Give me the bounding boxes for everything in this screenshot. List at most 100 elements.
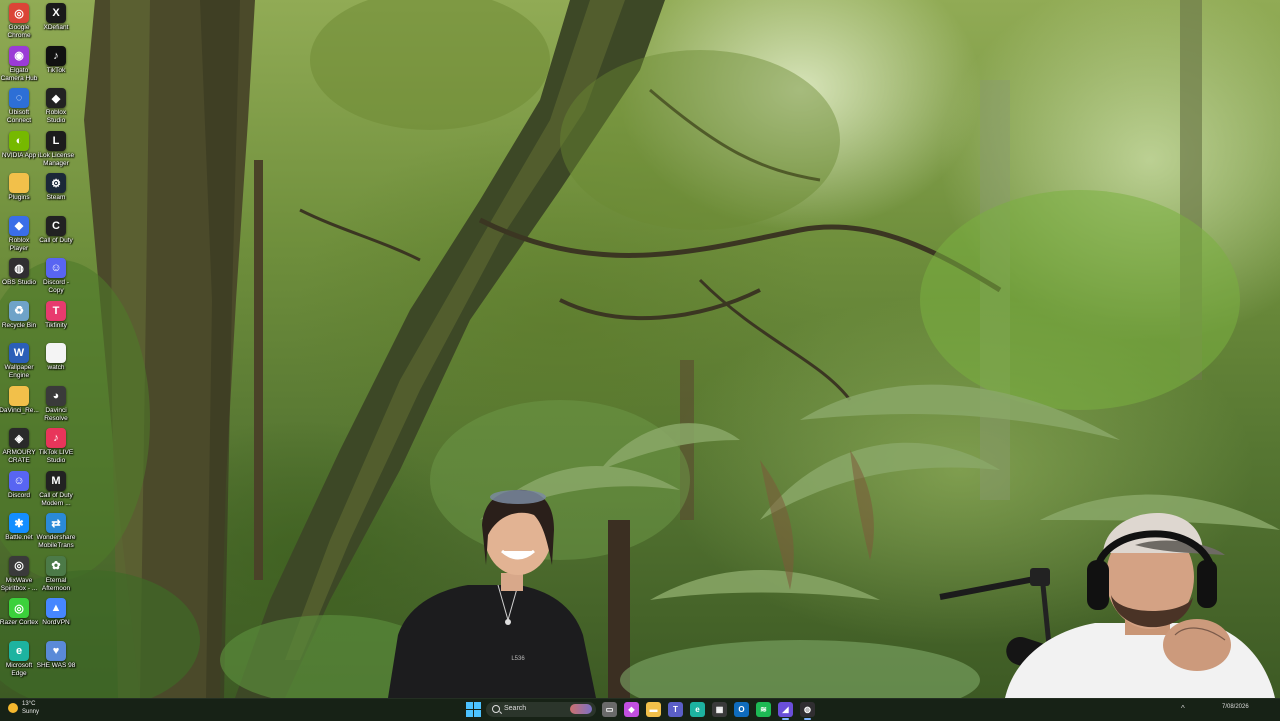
desktop-icon[interactable]: ◎ Razer Cortex [0, 595, 39, 627]
elgato-icon: ◉ [9, 45, 29, 66]
desktop-icon[interactable]: ♪ TikTok LIVE Studio [36, 425, 76, 465]
desktop-icon[interactable]: ◉ Elgato Camera Hub [0, 43, 39, 83]
desktop-icon[interactable]: ♻ Recycle Bin [0, 298, 39, 330]
windows-logo-icon [466, 702, 473, 709]
folder-icon [9, 173, 29, 193]
tiktok-icon: ♪ [46, 45, 66, 66]
desktop-icon[interactable]: ◍ OBS Studio [0, 255, 39, 287]
desktop-icon[interactable]: M Call of Duty Modern ... [36, 468, 76, 508]
weather-temp: 13°C [22, 701, 36, 707]
desktop-icon[interactable]: ✱ Battle.net [0, 510, 39, 542]
taskbar-search-box[interactable]: Search [486, 702, 596, 717]
chrome-icon: ◎ [9, 3, 29, 23]
desktop-icon[interactable]: Plugins [0, 170, 39, 202]
calculator-icon[interactable]: ▦ [712, 702, 727, 717]
desktop-icon-label: TikTok LIVE Studio [38, 449, 74, 464]
clock-date[interactable]: 7/08/2026 [1222, 704, 1249, 710]
desktop-icon[interactable]: ◎ MixWave Spiritbox - ... [0, 553, 39, 593]
desktop-icon[interactable]: ◆ Roblox Studio [36, 85, 76, 125]
desktop-icon[interactable]: watch [36, 340, 76, 372]
edge-icon[interactable]: e [690, 702, 705, 717]
razer-cortex-icon: ◎ [9, 598, 29, 618]
she-was-98-icon: ♥ [46, 640, 66, 661]
desktop-icon[interactable]: T Tikfinity [36, 298, 76, 330]
chevron-up-icon[interactable]: ^ [1181, 704, 1185, 713]
desktop-icon-label: MixWave Spiritbox - ... [0, 576, 38, 592]
desktop-icon[interactable]: ♥ SHE WAS 98 [36, 638, 76, 670]
spotify-icon[interactable]: ≋ [756, 702, 771, 717]
file-explorer-task-view-icon[interactable]: ▭ [602, 702, 617, 717]
desktop-icon[interactable]: ⚙ Steam [36, 170, 76, 202]
desktop-icon-label: Roblox Studio [45, 109, 67, 124]
desktop-icon-label: Discord - Copy [42, 279, 69, 294]
outlook-icon[interactable]: O [734, 702, 749, 717]
desktop-icon[interactable]: ☺ Discord - Copy [36, 255, 76, 295]
desktop-icon[interactable]: ☺ Discord [0, 468, 39, 500]
folder-icon [9, 385, 29, 406]
desktop-icon[interactable]: ▲ NordVPN [36, 595, 76, 627]
desktop-icon[interactable]: C Call of Duty [36, 213, 76, 245]
desktop-icon-label: NVIDIA App [1, 151, 37, 159]
desktop-icon-label: Eternal Afternoon [41, 576, 71, 592]
discord-icon: ☺ [9, 470, 29, 491]
desktop-icon-label: XDefiant [43, 24, 69, 31]
desktop-icon-label: Recycle Bin [1, 321, 37, 329]
obs-icon: ◍ [9, 258, 29, 278]
search-placeholder: Search [504, 705, 527, 712]
desktop-icon-label: Steam [46, 194, 66, 201]
desktop-icon[interactable]: DaVinci_Re... [0, 383, 39, 415]
desktop-icon-label: Wondershare MobileTrans [36, 534, 76, 549]
svg-text:L536: L536 [511, 656, 525, 662]
desktop-icon[interactable]: ◌ Ubisoft Connect [0, 85, 39, 125]
desktop-icon[interactable]: ◐ NVIDIA App [0, 128, 39, 160]
streaming-app-icon[interactable]: ◢ [778, 702, 793, 720]
roblox-studio-icon: ◆ [46, 88, 66, 108]
desktop-icon-label: SHE WAS 98 [36, 661, 76, 669]
desktop-icon-label: Battle.net [5, 534, 33, 541]
text-file-icon [46, 343, 66, 363]
desktop-icon-label: watch [47, 364, 65, 371]
desktop-icon[interactable]: ◈ ARMOURY CRATE [0, 425, 39, 465]
weather-condition: Sunny [22, 709, 40, 715]
desktop-icon[interactable]: W Wallpaper Engine [0, 340, 39, 380]
desktop-icon-label: TikTok [46, 66, 66, 74]
desktop-icon[interactable]: ♪ TikTok [36, 43, 76, 75]
desktop-icon-label: Tikfinity [45, 321, 67, 329]
desktop-icon-label: DaVinci_Re... [0, 406, 39, 414]
desktop-icon-label: Razer Cortex [0, 619, 39, 626]
xdefiant-icon: X [46, 3, 66, 23]
steam-icon: ⚙ [46, 173, 66, 193]
ilok-icon: L [46, 130, 66, 151]
desktop-icon[interactable]: X XDefiant [36, 0, 76, 32]
desktop-icon[interactable]: LiLok License Manager [36, 128, 76, 168]
desktop-icon[interactable]: ◎ Google Chrome [0, 0, 39, 40]
mobiletrans-icon: ⇄ [46, 513, 66, 533]
call-of-duty-icon: C [46, 215, 66, 236]
desktop-icon[interactable]: ◕ Davinci Resolve [36, 383, 76, 423]
start-button[interactable] [466, 702, 481, 717]
desktop-icon-label: Ubisoft Connect [6, 109, 32, 124]
armoury-crate-icon: ◈ [9, 428, 29, 448]
desktop-icon[interactable]: ◆ Roblox Player [0, 213, 39, 253]
discord-copy-icon: ☺ [46, 258, 66, 278]
desktop-icon-label: NordVPN [42, 619, 70, 626]
windows-logo-icon [474, 702, 481, 709]
desktop-icon-label: Microsoft Edge [5, 661, 33, 677]
obs-icon[interactable]: ◍ [800, 702, 815, 720]
ubisoft-icon: ◌ [9, 88, 29, 108]
desktop-icon-label: Discord [7, 491, 31, 499]
weather-widget[interactable]: 13°C Sunny [8, 700, 39, 716]
desktop-icon-label: Wallpaper Engine [4, 364, 34, 379]
recycle-bin-icon: ♻ [9, 300, 29, 321]
desktop-icon[interactable]: ⇄ Wondershare MobileTrans [36, 510, 76, 550]
copilot-icon[interactable]: ◆ [624, 702, 639, 717]
mixwave-icon: ◎ [9, 555, 29, 576]
desktop-icon[interactable]: e Microsoft Edge [0, 638, 39, 678]
teams-icon[interactable]: T [668, 702, 683, 717]
file-explorer-icon[interactable]: ▬ [646, 702, 661, 717]
desktop-icon[interactable]: ✿ Eternal Afternoon [36, 553, 76, 593]
desktop-icon-label: ARMOURY CRATE [2, 449, 36, 464]
nvidia-icon: ◐ [9, 130, 29, 151]
taskbar: 13°C Sunny Search ▭ ◆ ▬ Te ▦ O ≋ ◢ ◍ ^ 7/08/2026 [0, 698, 1280, 721]
desktop-icon-label: OBS Studio [2, 279, 36, 286]
